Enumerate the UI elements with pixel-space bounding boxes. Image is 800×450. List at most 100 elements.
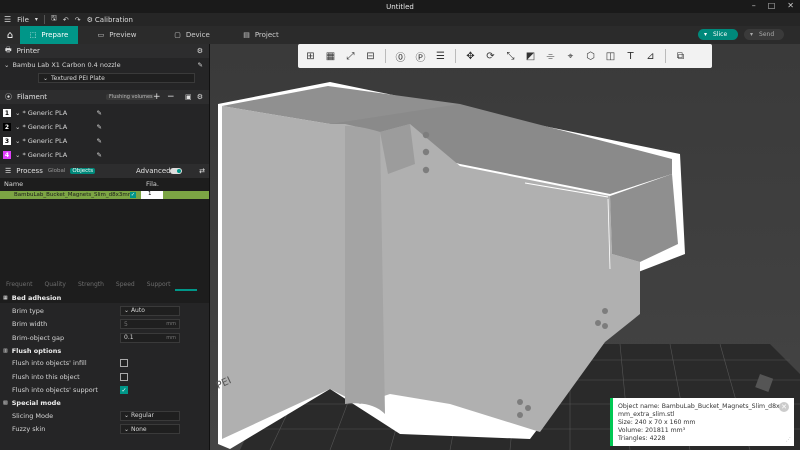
- section-title: Printer: [16, 47, 40, 55]
- layers-icon[interactable]: ☰: [432, 48, 449, 65]
- boolean-icon[interactable]: ◫: [602, 48, 619, 65]
- edit-icon[interactable]: ✎: [97, 151, 102, 159]
- filament-slot-4[interactable]: 4 ⌄ * Generic PLA ✎: [3, 149, 106, 161]
- objects-toggle[interactable]: Objects: [70, 168, 96, 174]
- send-label: Send: [759, 31, 775, 38]
- chevron-down-icon[interactable]: ▾: [35, 16, 38, 23]
- text-icon[interactable]: T: [622, 48, 639, 65]
- auto-orient-icon[interactable]: ⤢: [342, 48, 359, 65]
- section-title: Filament: [17, 93, 48, 101]
- tab-support[interactable]: Support: [141, 281, 177, 288]
- cut-icon[interactable]: ⌯: [542, 48, 559, 65]
- divider: [385, 49, 386, 63]
- edit-icon[interactable]: ✎: [97, 109, 102, 117]
- group-title: Bed adhesion: [11, 294, 62, 302]
- minimize-icon[interactable]: –: [752, 1, 756, 10]
- resize-grip-icon[interactable]: ⋰: [786, 436, 791, 444]
- save-icon[interactable]: 🖫: [51, 14, 57, 25]
- settings-icon[interactable]: ⚙: [197, 47, 203, 55]
- special-mode-header: ▧ Special mode: [0, 397, 210, 409]
- send-button[interactable]: ▾ Send: [744, 29, 784, 40]
- flush-object-checkbox[interactable]: [120, 372, 128, 381]
- compare-icon[interactable]: ⇄: [199, 167, 205, 175]
- undo-icon[interactable]: ↶: [63, 16, 69, 24]
- edit-icon[interactable]: ✎: [97, 123, 102, 131]
- plate-combo[interactable]: ⌄ Textured PEI Plate: [38, 73, 195, 83]
- global-toggle[interactable]: Global: [48, 168, 66, 174]
- tab-frequent[interactable]: Frequent: [0, 281, 39, 288]
- settings-icon[interactable]: ⚙: [197, 93, 203, 101]
- plate-select-row[interactable]: ⌄ Textured PEI Plate: [0, 71, 209, 85]
- object-filament[interactable]: 1: [141, 191, 163, 199]
- close-icon[interactable]: ✕: [779, 402, 789, 412]
- edit-icon[interactable]: ✎: [198, 61, 203, 69]
- assembly-icon[interactable]: ⧉: [672, 48, 689, 65]
- measure-icon[interactable]: ⊿: [642, 48, 659, 65]
- brim-type-select[interactable]: ⌄ Auto: [120, 305, 180, 316]
- close-icon[interactable]: ✕: [787, 1, 794, 10]
- chevron-down-icon: ⌄: [15, 109, 21, 117]
- filament-name: * Generic PLA: [22, 137, 68, 145]
- tab-device[interactable]: ▢ Device: [156, 26, 228, 44]
- brim-width-input[interactable]: 5 mm: [120, 319, 180, 330]
- split-objects-icon[interactable]: ⓪: [392, 48, 409, 65]
- calibration-menu[interactable]: Calibration: [95, 16, 133, 24]
- printer-section-header: 🖶 Printer ⚙: [0, 44, 209, 58]
- scale-icon[interactable]: ⤡: [502, 48, 519, 65]
- device-icon: ▢: [174, 31, 181, 39]
- tab-quality[interactable]: Quality: [39, 281, 72, 288]
- move-icon[interactable]: ✥: [462, 48, 479, 65]
- filament-slot-3[interactable]: 3 ⌄ * Generic PLA ✎: [3, 135, 106, 147]
- column-name: Name: [4, 179, 24, 188]
- sync-icon[interactable]: ▣: [185, 93, 192, 101]
- calibration-icon[interactable]: ⚙: [87, 16, 93, 24]
- rotate-icon[interactable]: ⟳: [482, 48, 499, 65]
- slicing-mode-select[interactable]: ⌄ Regular: [120, 410, 180, 421]
- brim-gap-input[interactable]: 0.1 mm: [120, 332, 180, 343]
- maximize-icon[interactable]: □: [768, 1, 776, 10]
- redo-icon[interactable]: ↷: [75, 16, 81, 24]
- 3d-viewport[interactable]: PEI: [210, 44, 800, 450]
- setting-label: Flush into objects' infill: [12, 359, 87, 368]
- lay-on-face-icon[interactable]: ◩: [522, 48, 539, 65]
- object-row[interactable]: BambuLab_Bucket_Magnets_Slim_d8x3mm ✓ 1: [0, 191, 209, 199]
- setting-label: Flush into objects' support: [12, 386, 98, 395]
- advanced-label: Advanced: [136, 167, 171, 175]
- fuzzy-skin-select[interactable]: ⌄ None: [120, 424, 180, 435]
- tab-preview[interactable]: ▭ Preview: [78, 26, 156, 44]
- file-menu[interactable]: File: [17, 16, 29, 24]
- slicing-mode-row: Slicing Mode ⌄ Regular: [0, 409, 210, 423]
- printer-select-row[interactable]: ⌄ Bambu Lab X1 Carbon 0.4 nozzle ✎: [0, 58, 209, 71]
- filament-slot-1[interactable]: 1 ⌄ * Generic PLA ✎: [3, 107, 106, 119]
- slot-number: 4: [3, 151, 11, 159]
- flushing-volumes-button[interactable]: Flushing volumes: [106, 94, 156, 100]
- edit-icon[interactable]: ✎: [97, 137, 102, 145]
- tab-speed[interactable]: Speed: [110, 281, 141, 288]
- unit-label: mm: [166, 321, 176, 328]
- flush-infill-checkbox[interactable]: [120, 359, 128, 368]
- arrange-icon[interactable]: ⊟: [362, 48, 379, 65]
- brim-width-row: Brim width 5 mm: [0, 318, 210, 332]
- scene-canvas[interactable]: PEI: [210, 44, 800, 450]
- tab-prepare[interactable]: ⬚ Prepare: [20, 26, 78, 44]
- home-icon[interactable]: ⌂: [0, 26, 20, 44]
- remove-icon[interactable]: −: [167, 92, 175, 102]
- hamburger-icon[interactable]: ☰: [4, 15, 11, 24]
- tab-project[interactable]: ▤ Project: [228, 26, 294, 44]
- seam-paint-icon[interactable]: ⬡: [582, 48, 599, 65]
- advanced-toggle[interactable]: [170, 168, 182, 174]
- support-paint-icon[interactable]: ⌖: [562, 48, 579, 65]
- tab-label: Prepare: [41, 31, 69, 39]
- split-parts-icon[interactable]: Ⓟ: [412, 48, 429, 65]
- filament-slot-2[interactable]: 2 ⌄ * Generic PLA ✎: [3, 121, 106, 133]
- printer-model[interactable]: Bambu Lab X1 Carbon 0.4 nozzle: [12, 61, 120, 69]
- add-icon[interactable]: +: [153, 92, 161, 102]
- flush-support-checkbox[interactable]: ✓: [120, 386, 128, 395]
- tab-strength[interactable]: Strength: [72, 281, 110, 288]
- adhesion-icon: ▦: [3, 295, 8, 301]
- add-plate-icon[interactable]: ▦: [322, 48, 339, 65]
- info-object-filename: mm_extra_slim.stl: [618, 411, 675, 418]
- visible-checkbox[interactable]: ✓: [130, 192, 136, 198]
- slice-button[interactable]: ▾ Slice: [698, 29, 738, 40]
- add-object-icon[interactable]: ⊞: [302, 48, 319, 65]
